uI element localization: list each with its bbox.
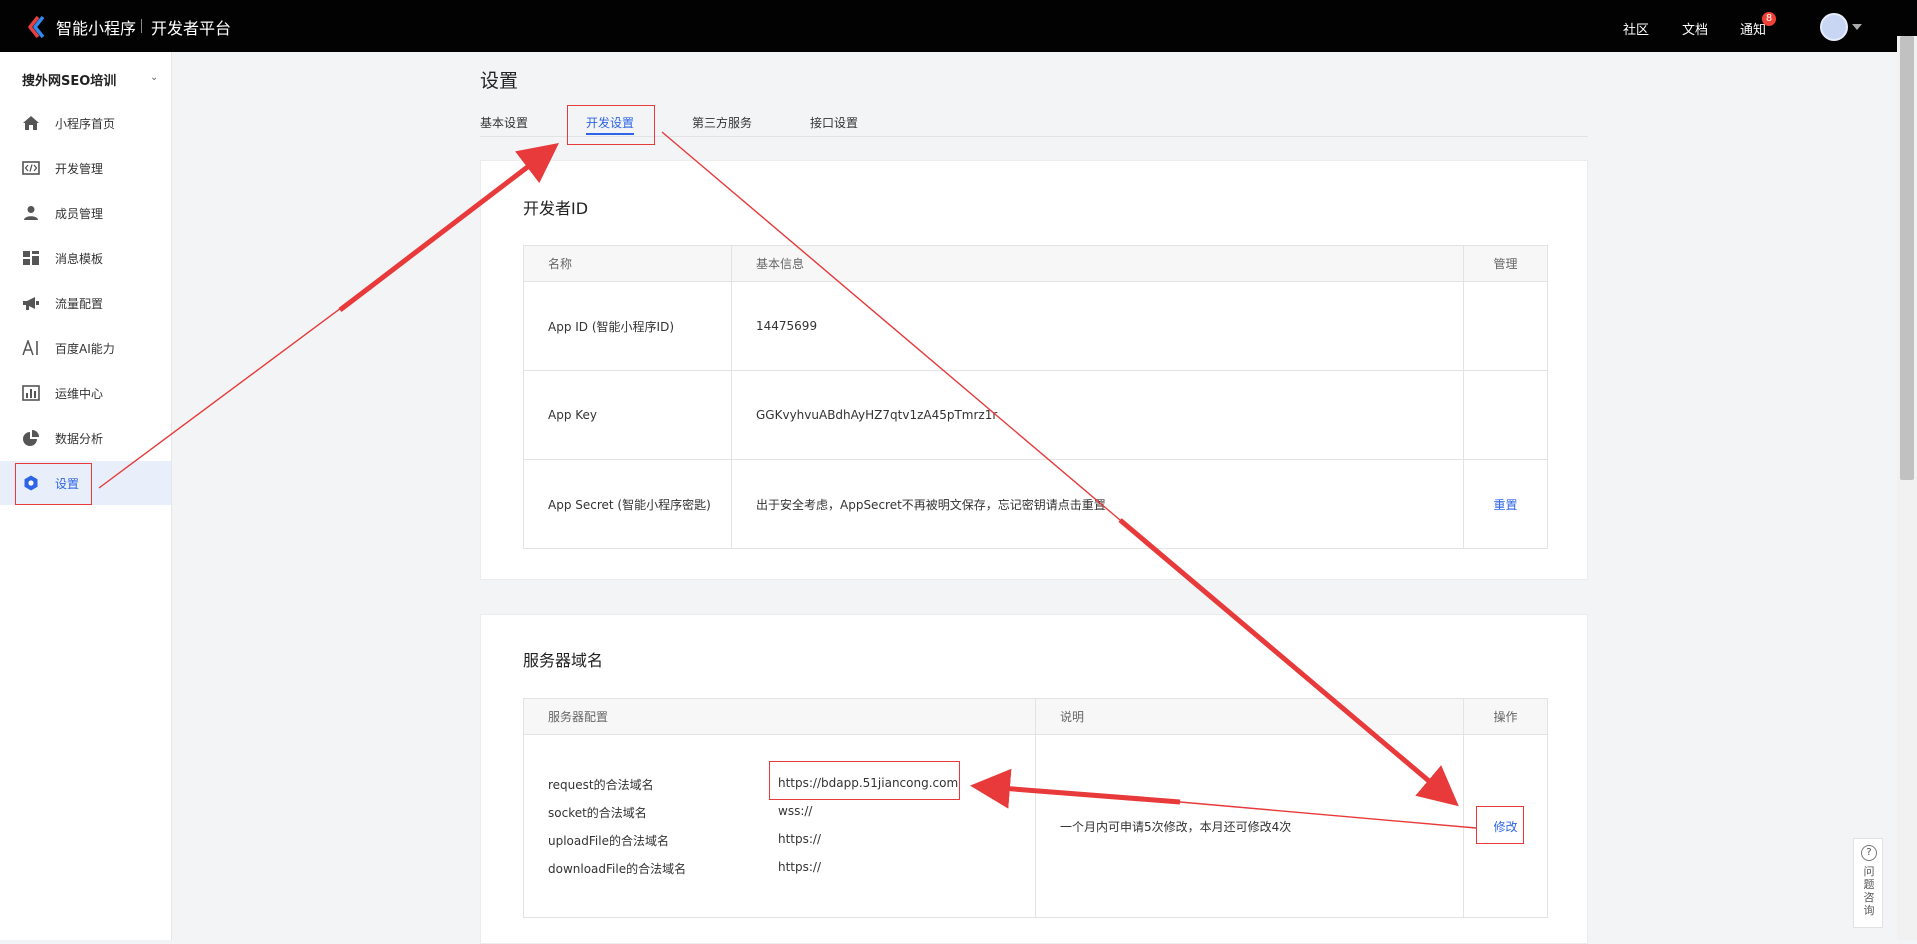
domain-entry: socket的合法域名 wss:// [548,798,1035,826]
developer-id-table: 名称 基本信息 管理 App ID (智能小程序ID) 14475699 App… [523,245,1548,549]
field-name: App Secret (智能小程序密匙) [523,459,732,549]
sidebar-item-operations[interactable]: 运维中心 [0,371,171,415]
megaphone-icon [23,297,39,310]
help-consult-widget[interactable]: ? 问题咨询 [1853,838,1883,928]
app-secret-notice: 出于安全考虑，AppSecret不再被明文保存，忘记密钥请点击重置 [731,459,1464,549]
page-title: 设置 [480,70,519,92]
domain-value: https:// [778,832,822,846]
domain-value: wss:// [778,804,813,818]
field-name: App ID (智能小程序ID) [523,281,732,371]
sidebar-item-label: 数据分析 [55,432,104,446]
table-row: request的合法域名 https://bdapp.51jiancong.co… [523,734,1548,918]
chevron-down-icon[interactable] [1852,24,1862,30]
sidebar-item-baidu-ai[interactable]: 百度AI能力 [0,326,171,370]
sidebar-item-label: 运维中心 [55,387,104,401]
column-header: 名称 [523,245,732,282]
help-label: 问题咨询 [1863,865,1875,917]
annotation-box-settings [15,463,92,505]
question-icon: ? [1861,845,1877,861]
column-header: 操作 [1463,698,1548,735]
domain-value: https:// [778,860,822,874]
app-key-value: GGKvyhvuABdhAyHZ7qtv1zA45pTmrz1r [731,370,1464,460]
sidebar-item-home[interactable]: 小程序首页 [0,101,171,145]
sidebar-item-label: 消息模板 [55,252,104,266]
tab-basic-settings[interactable]: 基本设置 [480,114,528,131]
code-icon [22,161,40,175]
column-header: 管理 [1463,245,1548,282]
sidebar-item-traffic-config[interactable]: 流量配置 [0,281,171,325]
chart-icon [22,385,40,401]
developer-id-card: 开发者ID 名称 基本信息 管理 App ID (智能小程序ID) 144756… [480,160,1588,580]
domain-entry: downloadFile的合法域名 https:// [548,854,1035,882]
sidebar-item-message-templates[interactable]: 消息模板 [0,236,171,280]
nav-link-community[interactable]: 社区 [1623,19,1649,38]
notification-badge: 8 [1762,12,1776,26]
domain-key: socket的合法域名 [548,806,647,820]
sidebar-item-dev-management[interactable]: 开发管理 [0,146,171,190]
pie-icon [23,430,39,446]
sidebar-item-label: 百度AI能力 [55,342,115,356]
table-row: App Secret (智能小程序密匙) 出于安全考虑，AppSecret不再被… [523,459,1548,549]
nav-link-docs[interactable]: 文档 [1682,19,1708,38]
sidebar-item-label: 开发管理 [55,162,104,176]
account-switcher[interactable]: 搜外网SEO培训 [22,70,116,89]
page-scrollbar-thumb[interactable] [1900,36,1914,480]
reset-secret-link[interactable]: 重置 [1493,498,1517,512]
section-title: 开发者ID [523,199,589,218]
table-row: App Key GGKvyhvuABdhAyHZ7qtv1zA45pTmrz1r [523,370,1548,460]
grid-icon [23,251,39,265]
server-domain-card: 服务器域名 服务器配置 说明 操作 request的合法域名 https://b… [480,614,1588,944]
field-action: 重置 [1463,459,1548,549]
brand-subtitle: 开发者平台 [151,19,232,38]
domain-key: request的合法域名 [548,778,654,792]
annotation-box-request-domain [769,761,960,800]
home-icon [23,116,39,130]
domain-key: uploadFile的合法域名 [548,834,669,848]
sidebar-item-data-analysis[interactable]: 数据分析 [0,416,171,460]
section-title: 服务器域名 [523,651,604,670]
top-navigation-bar: 智能小程序 开发者平台 社区 文档 通知 8 [0,0,1917,52]
sidebar-item-label: 流量配置 [55,297,104,311]
domain-entry: uploadFile的合法域名 https:// [548,826,1035,854]
domain-note: 一个月内可申请5次修改，本月还可修改4次 [1035,734,1464,918]
column-header: 服务器配置 [523,698,1036,735]
column-header: 说明 [1035,698,1464,735]
field-value: 14475699 [731,281,1464,371]
field-action [1463,370,1548,460]
field-action [1463,281,1548,371]
sidebar-item-label: 小程序首页 [55,117,116,131]
annotation-box-modify [1476,806,1524,844]
sidebar-item-label: 成员管理 [55,207,104,221]
domain-key: downloadFile的合法域名 [548,862,687,876]
user-avatar[interactable] [1820,13,1848,41]
server-domain-table: 服务器配置 说明 操作 request的合法域名 https://bdapp.5… [523,698,1548,918]
brand-name[interactable]: 智能小程序 [56,15,136,39]
field-name: App Key [523,370,732,460]
ai-icon [22,340,38,356]
table-row: App ID (智能小程序ID) 14475699 [523,281,1548,371]
annotation-box-dev-tab [567,105,655,145]
tab-interface-settings[interactable]: 接口设置 [810,114,858,131]
user-icon [24,206,38,220]
chevron-down-icon[interactable]: ⌄ [150,72,158,83]
brand-divider [141,19,142,33]
column-header: 基本信息 [731,245,1464,282]
sidebar-item-members[interactable]: 成员管理 [0,191,171,235]
smart-app-logo-icon [28,16,45,38]
tab-third-party-services[interactable]: 第三方服务 [692,114,752,131]
